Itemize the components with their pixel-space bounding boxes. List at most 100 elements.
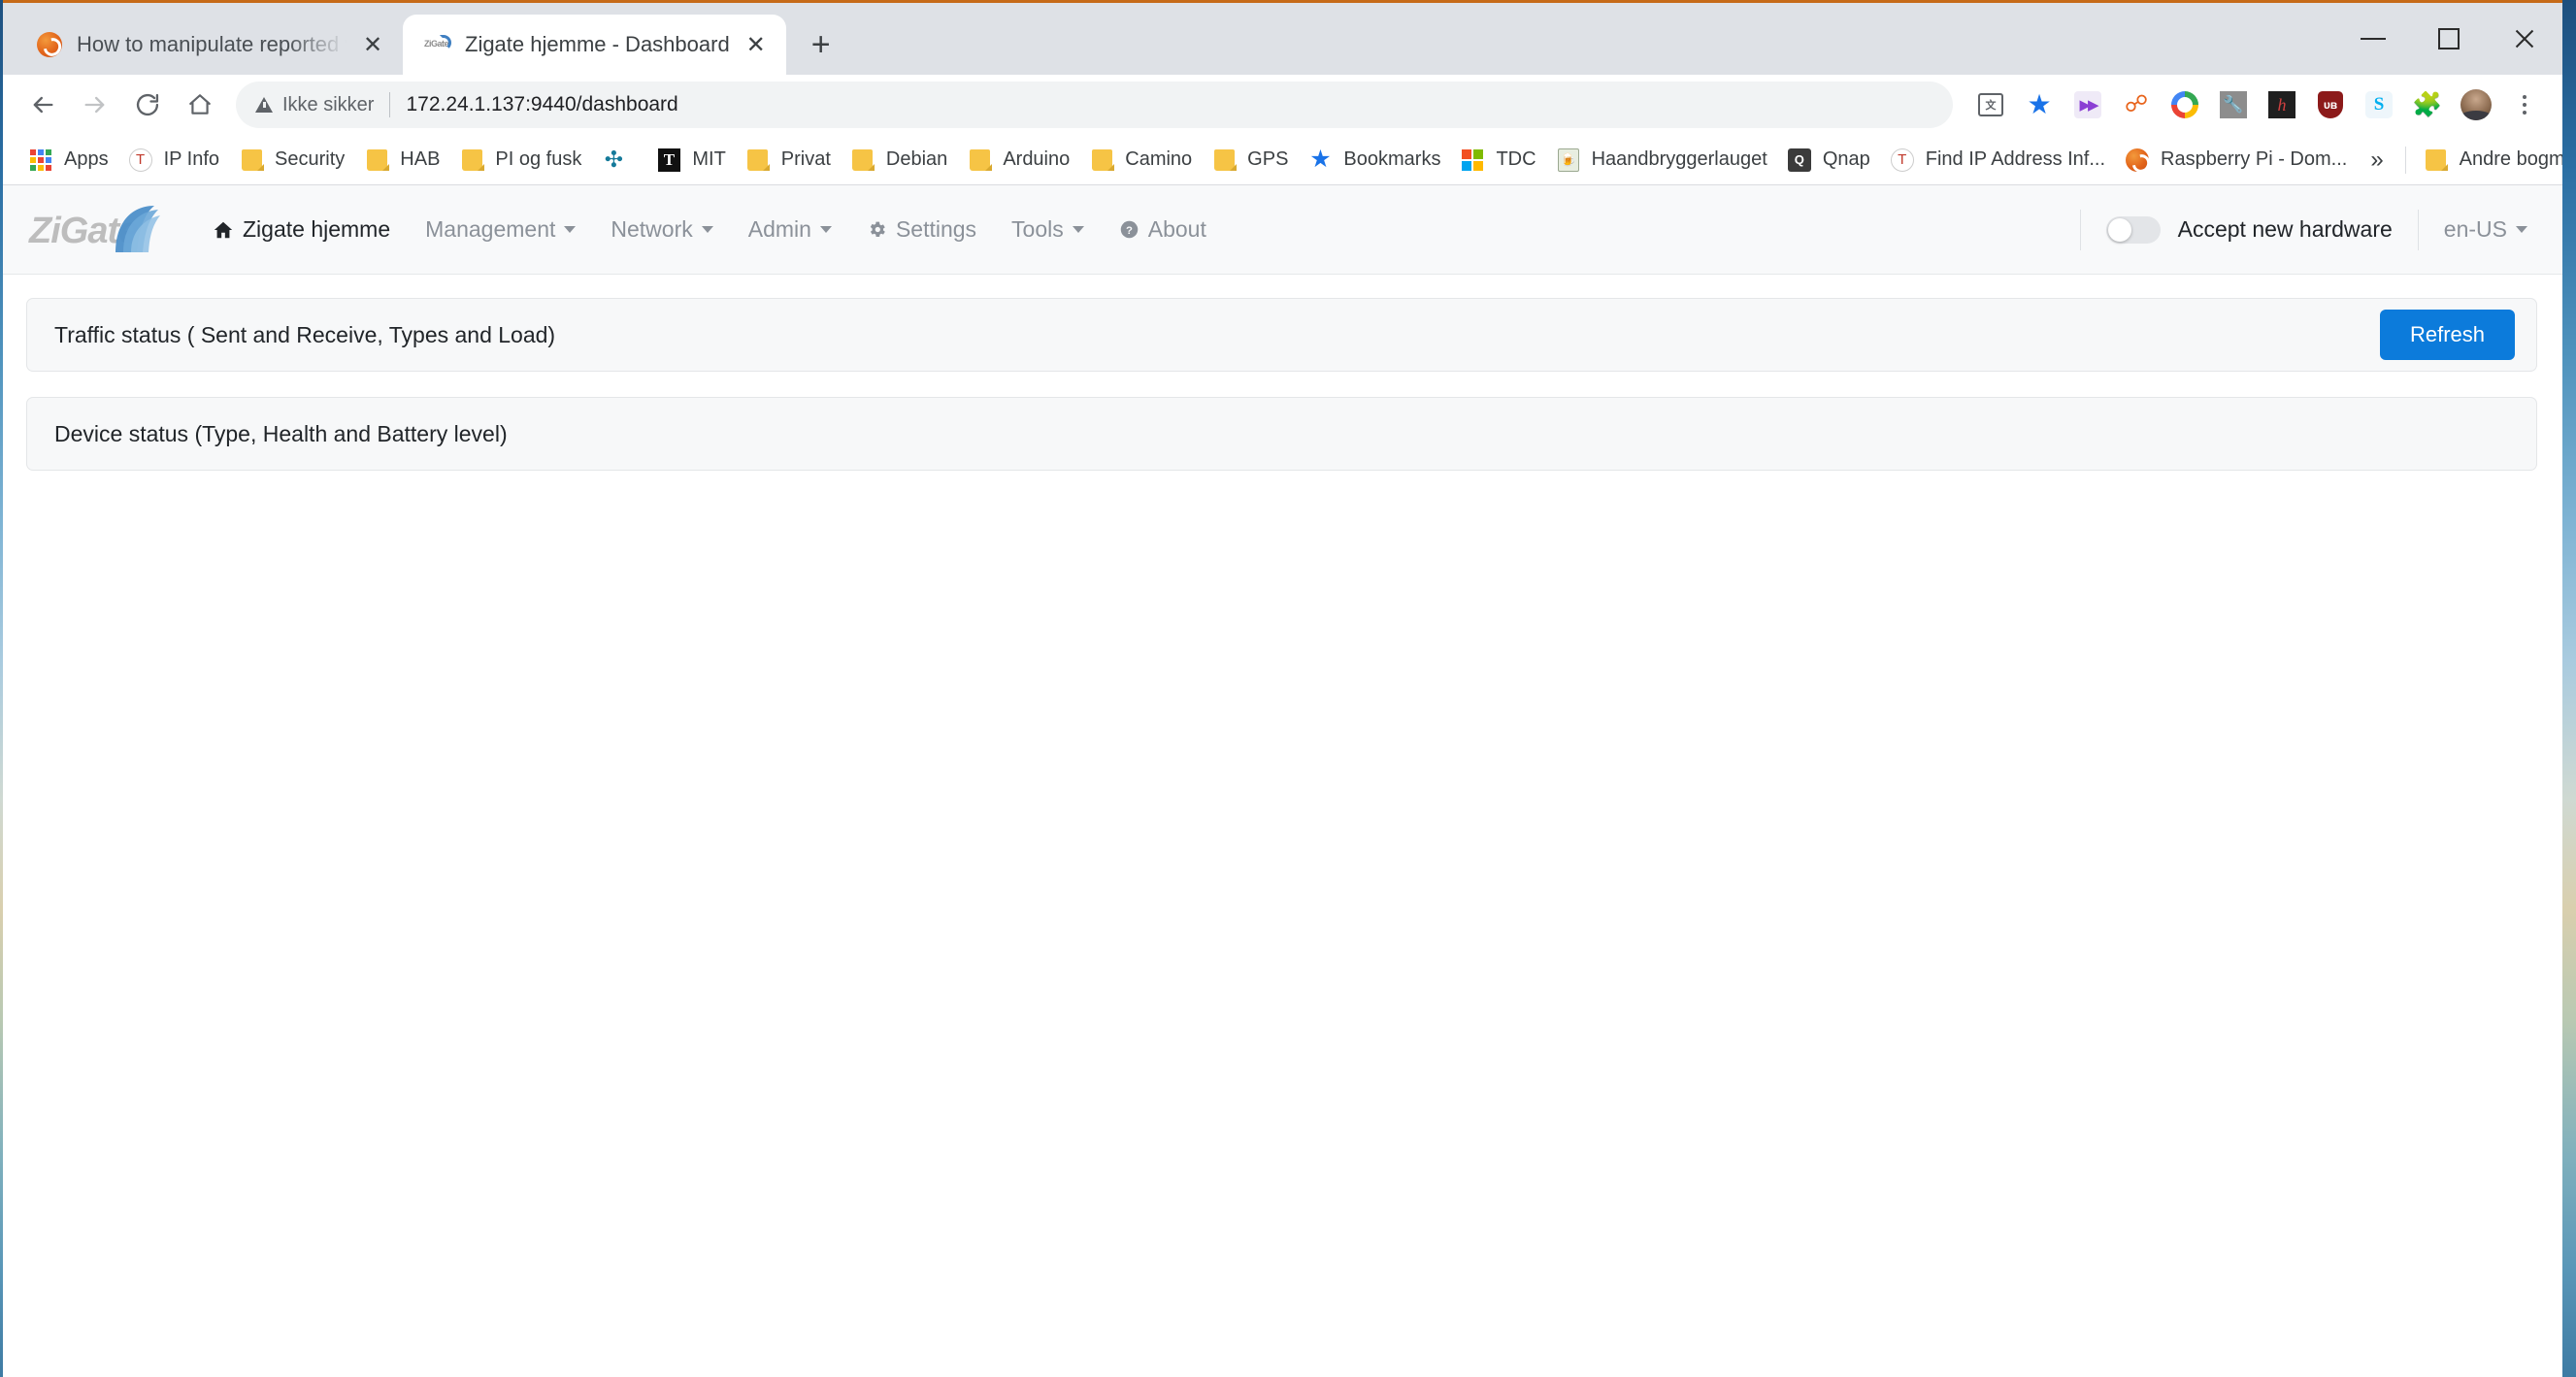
home-icon <box>213 219 234 241</box>
bookmark-label: Apps <box>64 148 109 170</box>
bookmark-bookmarks[interactable]: ★ Bookmarks <box>1298 141 1450 180</box>
new-tab-button[interactable]: + <box>798 21 844 68</box>
bookmark-haandbryggerlauget[interactable]: 🍺 Haandbryggerlauget <box>1546 141 1777 180</box>
bookmark-label: Camino <box>1125 148 1193 170</box>
nav-item-label: Zigate hjemme <box>243 216 391 242</box>
site-navbar: ZiGate Zigate hjemme Management Network … <box>3 185 2562 275</box>
security-status[interactable]: Ikke sikker <box>255 94 374 116</box>
address-bar[interactable]: Ikke sikker 172.24.1.137:9440/dashboard <box>236 82 1953 128</box>
bookmark-find-ip-address[interactable]: T Find IP Address Inf... <box>1880 141 2115 180</box>
browser-tab-2[interactable]: ZiGate Zigate hjemme - Dashboard ✕ <box>403 15 786 75</box>
language-value: en-US <box>2443 216 2507 242</box>
refresh-button[interactable]: Refresh <box>2379 310 2515 360</box>
close-icon[interactable] <box>2487 6 2562 72</box>
accept-new-hardware-toggle[interactable] <box>2105 215 2161 244</box>
radio-tower-extension-icon[interactable]: ☍ <box>2114 82 2159 127</box>
language-selector[interactable]: en-US <box>2444 216 2527 243</box>
ublock-shield-icon[interactable]: ᴜʙ <box>2308 82 2353 127</box>
nav-item-tools[interactable]: Tools <box>994 207 1102 252</box>
nav-item-management[interactable]: Management <box>408 207 593 252</box>
maximize-icon[interactable] <box>2411 6 2487 72</box>
url-text: 172.24.1.137:9440/dashboard <box>406 93 678 115</box>
tab-title: Zigate hjemme - Dashboard <box>465 32 730 56</box>
zigate-logo[interactable]: ZiGate <box>26 202 172 258</box>
nav-item-label: Network <box>611 216 693 242</box>
bookmark-camino[interactable]: Camino <box>1079 141 1202 180</box>
wrench-extension-icon[interactable]: 🔧 <box>2211 82 2256 127</box>
accept-new-hardware-label: Accept new hardware <box>2177 216 2393 242</box>
bookmark-label: PI og fusk <box>495 148 582 170</box>
apps-grid-icon <box>28 148 53 173</box>
folder-icon <box>1089 148 1114 173</box>
bookmark-arduino[interactable]: Arduino <box>957 141 1079 180</box>
dashboard-content: Traffic status ( Sent and Receive, Types… <box>3 275 2562 471</box>
nav-item-admin[interactable]: Admin <box>731 207 849 252</box>
traffic-status-panel: Traffic status ( Sent and Receive, Types… <box>26 298 2537 372</box>
qnap-icon: Q <box>1787 148 1812 173</box>
browser-tab-1[interactable]: How to manipulate reported valu ✕ <box>15 15 403 75</box>
home-icon[interactable] <box>174 79 226 131</box>
panel-title: Traffic status ( Sent and Receive, Types… <box>54 321 556 347</box>
puzzle-extensions-icon[interactable]: 🧩 <box>2405 82 2450 127</box>
browser-toolbar: Ikke sikker 172.24.1.137:9440/dashboard … <box>3 75 2562 135</box>
bookmark-hab[interactable]: HAB <box>354 141 449 180</box>
svg-text:?: ? <box>1126 225 1133 237</box>
bookmark-label: TDC <box>1496 148 1536 170</box>
folder-icon <box>1211 148 1237 173</box>
bookmark-star-icon[interactable]: ★ <box>2017 82 2062 127</box>
nav-item-label: About <box>1147 216 1206 242</box>
nav-item-label: Settings <box>895 216 977 242</box>
nav-item-label: Admin <box>747 216 811 242</box>
bookmark-pi-og-fusk[interactable]: PI og fusk <box>449 141 591 180</box>
reload-icon[interactable] <box>121 79 174 131</box>
chevron-down-icon <box>819 226 832 233</box>
tab-strip: How to manipulate reported valu ✕ ZiGate… <box>3 3 2562 75</box>
nav-item-about[interactable]: ? About <box>1102 207 1224 252</box>
gear-icon <box>867 219 887 240</box>
translate-icon[interactable]: 文 <box>1968 82 2013 127</box>
xbird-icon: ✣ <box>604 147 623 172</box>
bookmark-mit[interactable]: T MIT <box>646 141 735 180</box>
fast-forward-extension-icon[interactable]: ▶▶ <box>2065 82 2110 127</box>
profile-avatar[interactable] <box>2454 82 2498 127</box>
back-arrow-icon[interactable] <box>17 79 69 131</box>
security-label: Ikke sikker <box>282 93 375 115</box>
close-icon[interactable]: ✕ <box>354 26 391 63</box>
minimize-icon[interactable] <box>2335 6 2411 72</box>
bookmark-raspberry-pi[interactable]: Raspberry Pi - Dom... <box>2115 141 2357 180</box>
bookmarks-separator <box>2404 146 2406 174</box>
zigate-icon: ZiGate <box>424 31 451 58</box>
bookmark-other-bookmarks[interactable]: Andre bogmærker <box>2414 141 2562 180</box>
folder-icon <box>850 148 875 173</box>
bookmark-qnap[interactable]: Q Qnap <box>1777 141 1880 180</box>
nav-item-network[interactable]: Network <box>593 207 730 252</box>
chrome-menu-icon[interactable] <box>2502 82 2547 127</box>
nav-divider <box>2417 209 2419 250</box>
tab-title: How to manipulate reported valu <box>77 32 347 56</box>
h-extension-icon[interactable]: h <box>2260 82 2304 127</box>
bookmarks-overflow-button[interactable]: » <box>2357 147 2396 174</box>
close-icon[interactable]: ✕ <box>738 26 775 63</box>
orange-circle-icon <box>36 31 63 58</box>
color-circle-extension-icon[interactable] <box>2163 82 2207 127</box>
bookmark-privat[interactable]: Privat <box>736 141 841 180</box>
bookmark-debian[interactable]: Debian <box>841 141 957 180</box>
bookmark-label: Raspberry Pi - Dom... <box>2161 148 2348 170</box>
bookmark-gps[interactable]: GPS <box>1202 141 1298 180</box>
bookmark-ip-info[interactable]: T IP Info <box>118 141 229 180</box>
chevron-down-icon <box>1072 226 1084 233</box>
window-controls <box>2335 6 2562 72</box>
bookmark-label: MIT <box>692 148 726 170</box>
bookmark-tdc[interactable]: TDC <box>1450 141 1545 180</box>
bookmark-apps[interactable]: Apps <box>18 141 118 180</box>
chevron-down-icon <box>564 226 577 233</box>
nav-item-settings[interactable]: Settings <box>849 207 994 252</box>
bookmark-xbird[interactable]: ✣ <box>591 141 646 180</box>
forward-arrow-icon[interactable] <box>69 79 121 131</box>
toolbar-icon-group: 文 ★ ▶▶ ☍ 🔧 h ᴜʙ S 🧩 <box>1965 82 2547 127</box>
warning-triangle-icon <box>255 97 273 113</box>
skype-icon[interactable]: S <box>2357 82 2401 127</box>
bookmark-security[interactable]: Security <box>229 141 354 180</box>
bookmark-label: Bookmarks <box>1343 148 1441 170</box>
nav-item-zigate-hjemme[interactable]: Zigate hjemme <box>195 207 408 252</box>
